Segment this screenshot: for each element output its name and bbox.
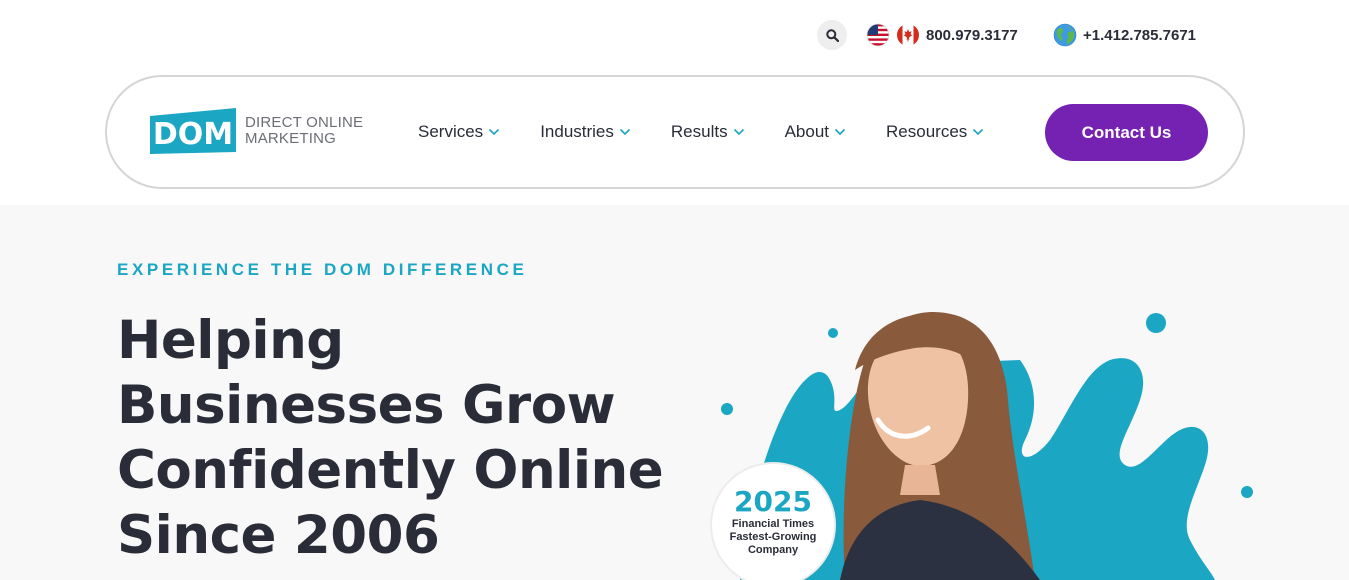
award-year: 2025	[734, 485, 812, 518]
headline-line-2: Businesses Grow	[117, 375, 616, 436]
site-logo[interactable]: DOM DIRECT ONLINE MARKETING	[147, 108, 363, 154]
dom-logo-mark: DOM	[150, 108, 236, 154]
canada-flag-icon	[897, 24, 919, 46]
us-flag-icon	[866, 23, 890, 47]
phone-international-link[interactable]: +1.412.785.7671	[1053, 22, 1196, 48]
woman-portrait	[840, 312, 1040, 580]
search-button[interactable]	[817, 20, 847, 50]
logo-line-2: MARKETING	[245, 130, 336, 147]
primary-menu: Services Industries Results About Resour…	[418, 119, 984, 145]
contact-us-button[interactable]: Contact Us	[1045, 104, 1208, 161]
menu-item-label: Industries	[540, 122, 614, 141]
phone-north-america-link[interactable]: 800.979.3177	[866, 22, 1018, 48]
award-line-2: Fastest-Growing	[729, 531, 817, 543]
award-badge: 2025 Financial Times Fastest-Growing Com…	[712, 464, 834, 580]
search-icon	[825, 28, 839, 42]
chevron-down-icon	[834, 128, 846, 136]
chevron-down-icon	[489, 128, 500, 136]
utility-bar: 800.979.3177 +1.412.785.7671	[0, 20, 1349, 50]
globe-icon	[1053, 23, 1077, 47]
phone-north-america-number: 800.979.3177	[926, 26, 1018, 44]
chevron-down-icon	[733, 128, 744, 136]
menu-item-about[interactable]: About	[785, 122, 846, 142]
award-line-3: Company	[747, 544, 799, 556]
headline-line-1: Helping	[117, 310, 344, 371]
menu-item-label: Services	[418, 122, 484, 141]
menu-item-industries[interactable]: Industries	[540, 122, 631, 142]
main-navigation: DOM DIRECT ONLINE MARKETING Services Ind…	[105, 75, 1245, 189]
phone-international-number: +1.412.785.7671	[1083, 26, 1197, 44]
menu-item-label: About	[784, 122, 830, 141]
menu-item-services[interactable]: Services	[418, 122, 500, 142]
headline-line-3: Confidently Online	[117, 440, 664, 501]
award-line-1: Financial Times	[731, 518, 815, 530]
menu-item-resources[interactable]: Resources	[886, 122, 984, 142]
chevron-down-icon	[619, 128, 630, 136]
headline-line-4: Since 2006	[117, 505, 440, 566]
menu-item-label: Resources	[886, 122, 968, 141]
logo-mark-text: DOM	[153, 117, 233, 152]
logo-line-1: DIRECT ONLINE	[245, 114, 364, 131]
hero-headline: Helping Businesses Grow Confidently Onli…	[117, 308, 664, 568]
hero-eyebrow: EXPERIENCE THE DOM DIFFERENCE	[117, 260, 528, 279]
menu-item-results[interactable]: Results	[671, 122, 745, 142]
menu-item-label: Results	[670, 122, 728, 141]
chevron-down-icon	[973, 128, 984, 136]
